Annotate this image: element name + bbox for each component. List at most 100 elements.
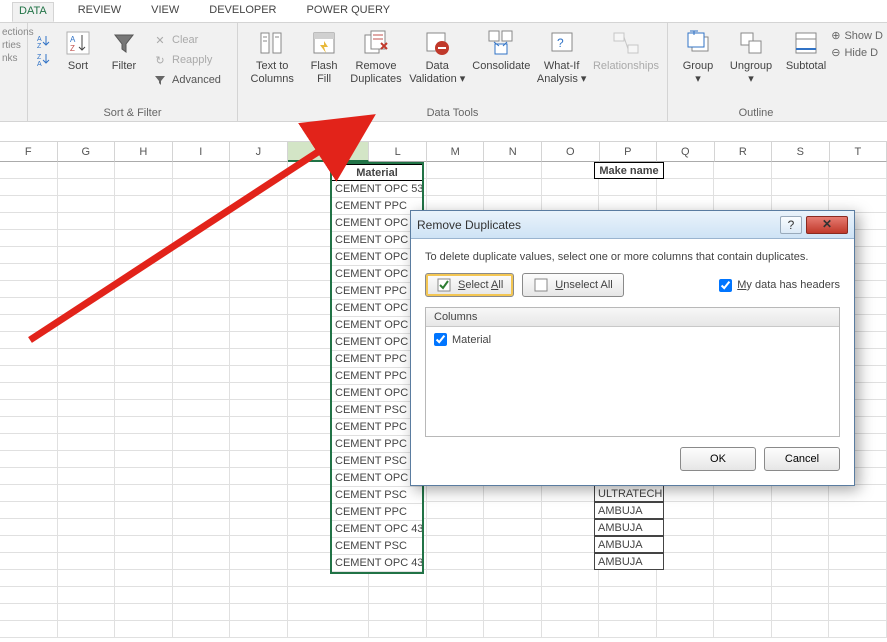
cell[interactable] xyxy=(58,281,116,298)
ungroup-button[interactable]: Ungroup▾ xyxy=(726,27,776,85)
cell[interactable] xyxy=(542,570,600,587)
material-cell[interactable]: CEMENT PPC xyxy=(332,368,422,385)
cell[interactable] xyxy=(58,349,116,366)
column-header-O[interactable]: O xyxy=(542,142,600,162)
cell[interactable] xyxy=(772,587,830,604)
advanced-filter[interactable]: Advanced xyxy=(150,71,223,89)
material-cell[interactable]: CEMENT OPC 43 xyxy=(332,555,422,572)
cell[interactable] xyxy=(58,315,116,332)
cell[interactable] xyxy=(173,400,231,417)
cell[interactable] xyxy=(542,587,600,604)
material-cell[interactable]: CEMENT PSC xyxy=(332,487,422,504)
cell[interactable] xyxy=(714,519,772,536)
cell[interactable] xyxy=(230,434,288,451)
cell[interactable] xyxy=(0,621,58,638)
column-item-checkbox[interactable] xyxy=(434,333,447,346)
cell[interactable] xyxy=(0,332,58,349)
cell[interactable] xyxy=(230,281,288,298)
make-name-cell[interactable]: ULTRATECH xyxy=(594,485,664,502)
material-cell[interactable]: CEMENT PPC xyxy=(332,419,422,436)
cell[interactable] xyxy=(0,366,58,383)
cell[interactable] xyxy=(484,519,542,536)
cell[interactable] xyxy=(173,196,231,213)
dialog-help-button[interactable]: ? xyxy=(780,216,802,234)
cell[interactable] xyxy=(288,621,370,638)
cell[interactable] xyxy=(484,485,542,502)
what-if-button[interactable]: ? What-If Analysis ▾ xyxy=(536,27,587,85)
material-cell[interactable]: CEMENT OPC 43 xyxy=(332,232,422,249)
cell[interactable] xyxy=(0,162,58,179)
cell[interactable] xyxy=(484,587,542,604)
cell[interactable] xyxy=(58,451,116,468)
hide-detail[interactable]: ⊖Hide D xyxy=(831,46,878,59)
cell[interactable] xyxy=(115,349,173,366)
cell[interactable] xyxy=(230,570,288,587)
cell[interactable] xyxy=(542,519,600,536)
cell[interactable] xyxy=(0,264,58,281)
cell[interactable] xyxy=(829,570,887,587)
column-header-H[interactable]: H xyxy=(115,142,173,162)
cell[interactable] xyxy=(173,519,231,536)
cell[interactable] xyxy=(0,417,58,434)
material-cell[interactable]: CEMENT OPC 43 xyxy=(332,317,422,334)
cell[interactable] xyxy=(230,349,288,366)
material-cell[interactable]: CEMENT PPC xyxy=(332,198,422,215)
cell[interactable] xyxy=(542,553,600,570)
material-cell[interactable]: CEMENT PSC xyxy=(332,538,422,555)
cell[interactable] xyxy=(173,179,231,196)
cell[interactable] xyxy=(115,162,173,179)
cell[interactable] xyxy=(657,587,715,604)
cell[interactable] xyxy=(657,519,715,536)
cell[interactable] xyxy=(484,553,542,570)
column-header-M[interactable]: M xyxy=(427,142,485,162)
cell[interactable] xyxy=(58,434,116,451)
cell[interactable] xyxy=(58,247,116,264)
cell[interactable] xyxy=(829,587,887,604)
cell[interactable] xyxy=(173,502,231,519)
cell[interactable] xyxy=(173,298,231,315)
cell[interactable] xyxy=(657,502,715,519)
material-cell[interactable]: CEMENT PPC xyxy=(332,283,422,300)
material-cell[interactable]: CEMENT OPC 53 xyxy=(332,215,422,232)
material-cell[interactable]: CEMENT OPC 43 xyxy=(332,521,422,538)
tab-power-query[interactable]: POWER QUERY xyxy=(301,2,397,22)
cell[interactable] xyxy=(115,332,173,349)
make-name-cell[interactable]: AMBUJA xyxy=(594,553,664,570)
cell[interactable] xyxy=(772,604,830,621)
cell[interactable] xyxy=(115,383,173,400)
cell[interactable] xyxy=(230,213,288,230)
cell[interactable] xyxy=(58,468,116,485)
cell[interactable] xyxy=(657,553,715,570)
cell[interactable] xyxy=(542,536,600,553)
cell[interactable] xyxy=(829,519,887,536)
material-cell[interactable]: CEMENT PPC xyxy=(332,504,422,521)
select-all-button[interactable]: Select All xyxy=(425,273,514,297)
tab-view[interactable]: VIEW xyxy=(145,2,185,22)
cell[interactable] xyxy=(829,621,887,638)
cell[interactable] xyxy=(230,536,288,553)
cell[interactable] xyxy=(599,621,657,638)
cell[interactable] xyxy=(714,621,772,638)
cell[interactable] xyxy=(173,451,231,468)
cell[interactable] xyxy=(0,519,58,536)
column-header-K[interactable]: K xyxy=(288,142,370,162)
material-cell[interactable]: CEMENT OPC 43 xyxy=(332,249,422,266)
cell[interactable] xyxy=(829,553,887,570)
cell[interactable] xyxy=(772,621,830,638)
group-button[interactable]: Group▾ xyxy=(676,27,720,85)
material-cell[interactable]: CEMENT PPC xyxy=(332,351,422,368)
cell[interactable] xyxy=(58,502,116,519)
cell[interactable] xyxy=(173,485,231,502)
cell[interactable] xyxy=(0,587,58,604)
cell[interactable] xyxy=(0,247,58,264)
material-cell[interactable]: CEMENT OPC 53 xyxy=(332,470,422,487)
tab-developer[interactable]: DEVELOPER xyxy=(203,2,282,22)
flash-fill-button[interactable]: Flash Fill xyxy=(304,27,343,85)
cell[interactable] xyxy=(714,570,772,587)
cell[interactable] xyxy=(772,502,830,519)
make-name-cell[interactable]: AMBUJA xyxy=(594,502,664,519)
cell[interactable] xyxy=(173,315,231,332)
cell[interactable] xyxy=(115,366,173,383)
cell[interactable] xyxy=(714,553,772,570)
headers-checkbox-input[interactable] xyxy=(719,279,732,292)
